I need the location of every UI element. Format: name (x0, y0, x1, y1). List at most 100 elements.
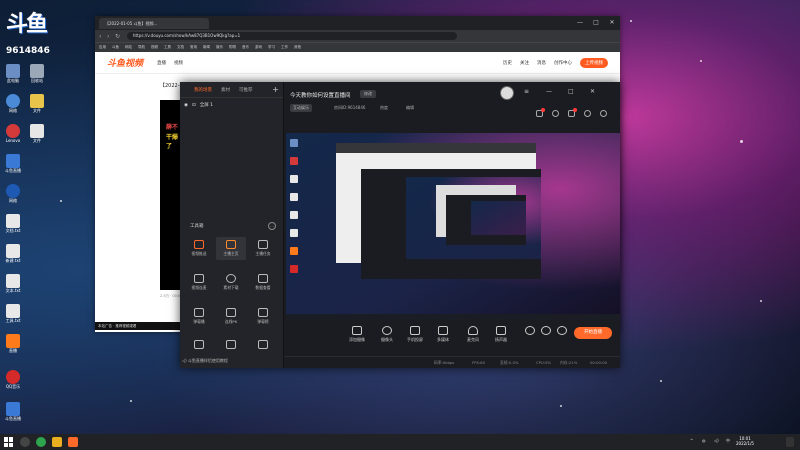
desktop-icon[interactable]: 此电脑 (2, 64, 24, 83)
tutorial-link[interactable]: ◁) 斗鱼直播伴侣使用教程 (182, 358, 228, 364)
desktop-icon[interactable]: QQ音乐 (2, 370, 24, 389)
bookmark[interactable]: 常用 (190, 45, 197, 50)
tool-download[interactable]: 素材下载 (216, 274, 246, 291)
menu-icon[interactable]: ≡ (524, 88, 529, 95)
tool-danmaku[interactable]: 弹幕播 (184, 308, 214, 325)
eye-toggle[interactable] (524, 326, 536, 335)
site-menu-item[interactable]: 创作中心 (554, 60, 572, 66)
desktop-icon[interactable]: Lenovo (2, 124, 24, 143)
tool-record[interactable] (184, 340, 214, 349)
bottom-banner[interactable]: 本站广告 · 推荐视频观看 (95, 322, 180, 330)
tab-recommend[interactable]: 可推荐 (239, 87, 253, 93)
site-menu-item[interactable]: 历史 (503, 60, 512, 66)
bookmark[interactable]: 工具 (164, 45, 171, 50)
site-logo[interactable]: 斗鱼视频 (107, 56, 143, 69)
close-button[interactable]: ✕ (590, 88, 595, 95)
notifications-icon[interactable] (786, 437, 794, 447)
desktop-icon[interactable]: 网络 (2, 184, 24, 203)
avatar[interactable] (500, 86, 514, 100)
douyu-taskbar-icon[interactable] (68, 437, 78, 447)
minimize-button[interactable]: — (572, 16, 588, 30)
browser-taskbar-icon[interactable] (36, 437, 46, 447)
desktop-icon[interactable]: 斗鱼直播 (2, 402, 24, 421)
back-icon[interactable]: ‹ (99, 33, 107, 40)
lock-icon[interactable]: ⊡ (192, 103, 196, 108)
tool-ranking[interactable]: 弹幕榜 (248, 308, 278, 325)
lock-icon[interactable] (552, 110, 559, 117)
tab-materials[interactable]: 素材 (221, 87, 230, 93)
tray-icon[interactable]: ^ (690, 438, 693, 443)
phone-cast-button[interactable]: 手机投屏 (400, 326, 430, 343)
desktop-icon[interactable]: 文档.txt (2, 214, 24, 233)
desktop-icon[interactable]: 文件 (26, 124, 48, 143)
desktop-icon[interactable]: 文本.txt (2, 274, 24, 293)
desktop-icon[interactable]: 直播 (2, 334, 24, 353)
category-selector[interactable]: 互动娱乐 (290, 104, 312, 112)
tool-room[interactable] (216, 340, 246, 349)
forward-icon[interactable]: › (107, 33, 115, 40)
minimize-button[interactable]: — (546, 88, 552, 95)
stream-preview[interactable] (286, 133, 620, 320)
maximize-button[interactable]: □ (568, 88, 574, 95)
bookmark[interactable]: 文档 (177, 45, 184, 50)
upload-button[interactable]: 上传视频 (580, 57, 608, 68)
site-nav-item[interactable]: 视频 (174, 60, 183, 66)
desktop-icon[interactable]: 斗鱼直播 (2, 154, 24, 173)
tab-scenes[interactable]: 我的场景 (194, 87, 212, 93)
tool-streamer-task[interactable]: 主播任务 (248, 240, 278, 257)
bookmark[interactable]: 网站 (125, 45, 132, 50)
windows-start-icon[interactable] (4, 437, 14, 447)
search-icon[interactable] (20, 437, 30, 447)
tool-data[interactable]: 数据查看 (248, 274, 278, 291)
bookmark[interactable]: 学习 (268, 45, 275, 50)
desktop-icon[interactable]: 回收站 (26, 64, 48, 83)
start-live-button[interactable]: 开始直播 (574, 327, 612, 339)
tool-video-link[interactable]: 视频连麦 (184, 274, 214, 291)
site-menu-item[interactable]: 消息 (537, 60, 546, 66)
desktop-icon[interactable]: 工具.txt (2, 304, 24, 323)
system-clock[interactable]: 10:01 2022/1/5 (736, 436, 754, 446)
url-input[interactable]: https://v.douyu.com/show/kAw87Q3B1Ow9Qkg… (127, 32, 457, 40)
site-nav-item[interactable]: 直播 (157, 60, 166, 66)
desktop-icon[interactable]: 文件 (26, 94, 48, 113)
folder-taskbar-icon[interactable] (52, 437, 62, 447)
edit-title-button[interactable]: 修改 (360, 90, 376, 98)
maximize-button[interactable]: □ (588, 16, 604, 30)
bookmark[interactable]: 购物 (229, 45, 236, 50)
media-button[interactable]: 多媒体 (428, 326, 458, 343)
edit-label[interactable]: 编辑 (406, 105, 414, 111)
more-button[interactable] (556, 326, 568, 335)
close-button[interactable]: ✕ (604, 16, 620, 30)
bookmark[interactable]: 音乐 (242, 45, 249, 50)
microphone-button[interactable]: 麦克风 (458, 326, 488, 343)
more-tools-button[interactable]: … (268, 222, 276, 230)
scene-item[interactable]: ◉ ⊡ 全屏 1 (180, 98, 283, 112)
desktop-icon[interactable]: 网络 (2, 94, 24, 113)
bell-icon[interactable] (600, 110, 607, 117)
volume-tray-icon[interactable]: ◁) (714, 438, 719, 443)
ime-indicator[interactable]: 中 (726, 438, 730, 444)
bookmark[interactable]: 应用 (99, 45, 106, 50)
bookmark[interactable]: 斗鱼 (112, 45, 119, 50)
browser-tab[interactable]: 【2022-01-05 斗鱼】视频... (99, 17, 209, 29)
tool-video-push[interactable]: 视频推送 (184, 240, 214, 257)
bookmark[interactable]: 其他 (294, 45, 301, 50)
camera-button[interactable]: 摄像头 (372, 326, 402, 343)
bookmark[interactable]: 新闻 (203, 45, 210, 50)
bookmark[interactable]: 工作 (281, 45, 288, 50)
desktop-icon[interactable]: 新建.txt (2, 244, 24, 263)
eye-icon[interactable]: ◉ (184, 103, 188, 108)
bookmark[interactable]: 游戏 (255, 45, 262, 50)
site-menu-item[interactable]: 关注 (520, 60, 529, 66)
add-scene-button[interactable]: + (272, 85, 279, 94)
bookmark[interactable]: 娱乐 (216, 45, 223, 50)
tool-download2[interactable] (248, 340, 278, 349)
add-capture-button[interactable]: 添加摄像 (342, 326, 372, 343)
bookmark[interactable]: 导航 (138, 45, 145, 50)
reload-icon[interactable]: ↻ (115, 33, 123, 40)
speaker-button[interactable]: 扬声器 (486, 326, 516, 343)
network-tray-icon[interactable]: ◍ (702, 438, 706, 443)
tool-streamer-page[interactable]: 主播主页 (216, 237, 246, 260)
tool-pk[interactable]: 连线PK (216, 308, 246, 325)
bookmark[interactable]: 视频 (151, 45, 158, 50)
